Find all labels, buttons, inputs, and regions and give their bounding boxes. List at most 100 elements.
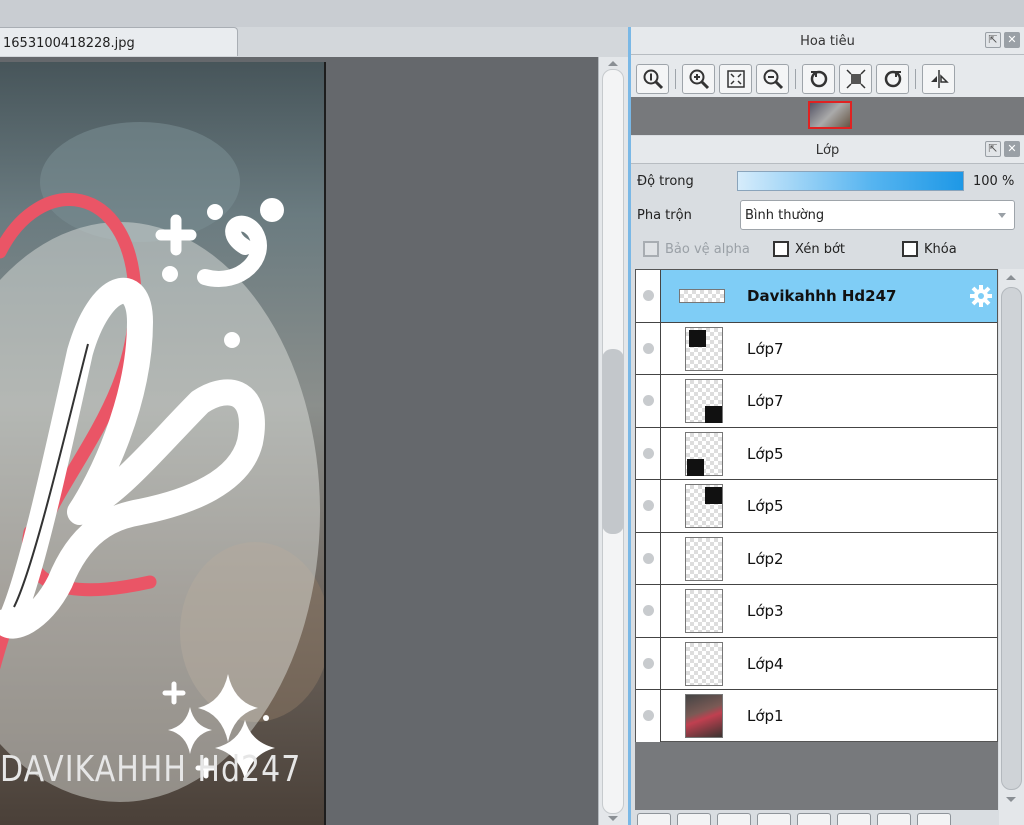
layer-row[interactable]: Lớp1 — [636, 690, 997, 743]
navigator-title: Hoa tiêu — [800, 34, 855, 49]
visibility-dot-icon — [642, 605, 654, 617]
visibility-toggle[interactable] — [636, 270, 661, 322]
blend-row: Pha trộn Bình thường — [631, 198, 1024, 232]
visibility-dot-icon — [642, 500, 654, 512]
visibility-toggle[interactable] — [636, 637, 661, 689]
zoom-in-button[interactable] — [682, 63, 715, 94]
undock-icon[interactable]: ⇱ — [985, 32, 1001, 48]
layer-name: Lớp5 — [747, 444, 784, 463]
flip-horizontal-icon — [930, 69, 949, 88]
fit-screen-icon — [726, 69, 745, 88]
layer-row[interactable]: Lớp3 — [636, 585, 997, 638]
layer-list[interactable]: Davikahhh Hd247 Lớp7 Lớp7 Lớp5 Lớp5 Lớp2… — [635, 269, 998, 743]
layer-thumbnail — [685, 641, 723, 686]
visibility-toggle[interactable] — [636, 375, 661, 427]
layer-thumbnail — [685, 326, 723, 371]
document-tab-title: 1653100418228.jpg — [3, 36, 135, 51]
undock-icon[interactable]: ⇱ — [985, 141, 1001, 157]
blend-mode-select[interactable]: Bình thường — [740, 200, 1015, 230]
clip-checkbox[interactable]: Xén bớt — [773, 241, 845, 257]
zoom-reset-icon — [643, 69, 663, 89]
opacity-label: Độ trong — [637, 173, 694, 189]
visibility-dot-icon — [642, 447, 654, 459]
layer-thumbnail — [685, 431, 723, 476]
document-tab[interactable]: 1653100418228.jpg — [0, 27, 238, 56]
actual-size-button[interactable] — [839, 63, 872, 94]
layer-thumbnail — [685, 484, 723, 528]
layer-row[interactable]: Davikahhh Hd247 — [636, 270, 997, 323]
navigator-preview[interactable] — [631, 97, 1024, 135]
layer-options-row: Bảo vệ alpha Xén bớt Khóa — [631, 232, 1024, 266]
right-panel-column: Hoa tiêu ⇱ ✕ Lớp ⇱ ✕ Độ trong 100 % Pha … — [628, 27, 1024, 825]
scroll-down-icon[interactable] — [1006, 797, 1016, 802]
clip-label: Xén bớt — [795, 241, 845, 257]
blend-mode-value: Bình thường — [745, 208, 825, 223]
opacity-slider[interactable] — [737, 171, 964, 191]
thumbnail-content — [705, 487, 722, 504]
app-top-strip — [0, 0, 628, 27]
delete-layer-button[interactable] — [917, 813, 951, 825]
layer-row[interactable]: Lớp7 — [636, 322, 997, 375]
flip-horizontal-button[interactable] — [922, 63, 955, 94]
new-folder-button[interactable] — [797, 813, 831, 825]
lock-checkbox[interactable]: Khóa — [902, 241, 957, 257]
layer-row[interactable]: Lớp5 — [636, 427, 997, 480]
scroll-down-icon[interactable] — [608, 816, 618, 821]
lock-label: Khóa — [924, 241, 957, 257]
toolbar-separator — [915, 68, 916, 89]
close-icon[interactable]: ✕ — [1004, 141, 1020, 157]
layer-name: Lớp1 — [747, 707, 784, 725]
navigator-toolbar — [631, 55, 1024, 97]
layer-name: Lớp5 — [747, 497, 784, 515]
duplicate-layer-button[interactable] — [837, 813, 871, 825]
scroll-thumb[interactable] — [602, 349, 624, 534]
checkbox-box[interactable] — [773, 241, 789, 257]
visibility-toggle[interactable] — [636, 480, 661, 532]
zoom-reset-button[interactable] — [636, 63, 669, 94]
new-layer-1bit-button[interactable] — [717, 813, 751, 825]
layer-row[interactable]: Lớp4 — [636, 637, 997, 690]
layer-name: Lớp3 — [747, 602, 784, 620]
visibility-toggle[interactable] — [636, 427, 661, 479]
zoom-in-icon — [689, 69, 709, 89]
visibility-toggle[interactable] — [636, 322, 661, 374]
thumbnail-content — [689, 329, 706, 347]
layer-row[interactable]: Lớp2 — [636, 532, 997, 585]
visibility-toggle[interactable] — [636, 532, 661, 584]
gear-icon[interactable] — [969, 284, 993, 308]
canvas-area[interactable]: DAVIKAHHH Hd247 — [0, 57, 598, 825]
protect-alpha-checkbox: Bảo vệ alpha — [643, 241, 750, 257]
new-halftone-layer-button[interactable] — [757, 813, 791, 825]
scroll-up-icon[interactable] — [1006, 275, 1016, 280]
toolbar-separator — [675, 68, 676, 89]
navigator-viewport-thumbnail[interactable] — [808, 101, 852, 129]
layer-name: Lớp4 — [747, 654, 784, 673]
rotate-left-button[interactable] — [802, 63, 835, 94]
canvas-image[interactable]: DAVIKAHHH Hd247 — [0, 62, 326, 825]
canvas-vertical-scrollbar[interactable] — [598, 57, 628, 825]
close-icon[interactable]: ✕ — [1004, 32, 1020, 48]
opacity-value: 100 % — [973, 174, 1015, 189]
layer-name: Davikahhh Hd247 — [747, 287, 897, 305]
visibility-dot-icon — [642, 290, 654, 302]
layers-vertical-scrollbar[interactable] — [999, 269, 1024, 825]
thumbnail-content — [705, 406, 722, 423]
layer-thumbnail — [685, 694, 723, 738]
layer-row[interactable]: Lớp7 — [636, 375, 997, 428]
new-layer-8bit-button[interactable] — [677, 813, 711, 825]
scroll-thumb[interactable] — [1001, 287, 1022, 790]
toolbar-separator — [795, 68, 796, 89]
new-layer-button[interactable] — [637, 813, 671, 825]
layers-title: Lớp — [815, 143, 840, 158]
visibility-toggle[interactable] — [636, 690, 661, 742]
zoom-out-button[interactable] — [756, 63, 789, 94]
visibility-toggle[interactable] — [636, 585, 661, 637]
fit-screen-button[interactable] — [719, 63, 752, 94]
visibility-dot-icon — [642, 342, 654, 354]
scroll-up-icon[interactable] — [608, 61, 618, 66]
layer-row[interactable]: Lớp5 — [636, 480, 997, 533]
checkbox-box[interactable] — [902, 241, 918, 257]
image-artwork — [0, 193, 284, 780]
merge-down-button[interactable] — [877, 813, 911, 825]
rotate-right-button[interactable] — [876, 63, 909, 94]
